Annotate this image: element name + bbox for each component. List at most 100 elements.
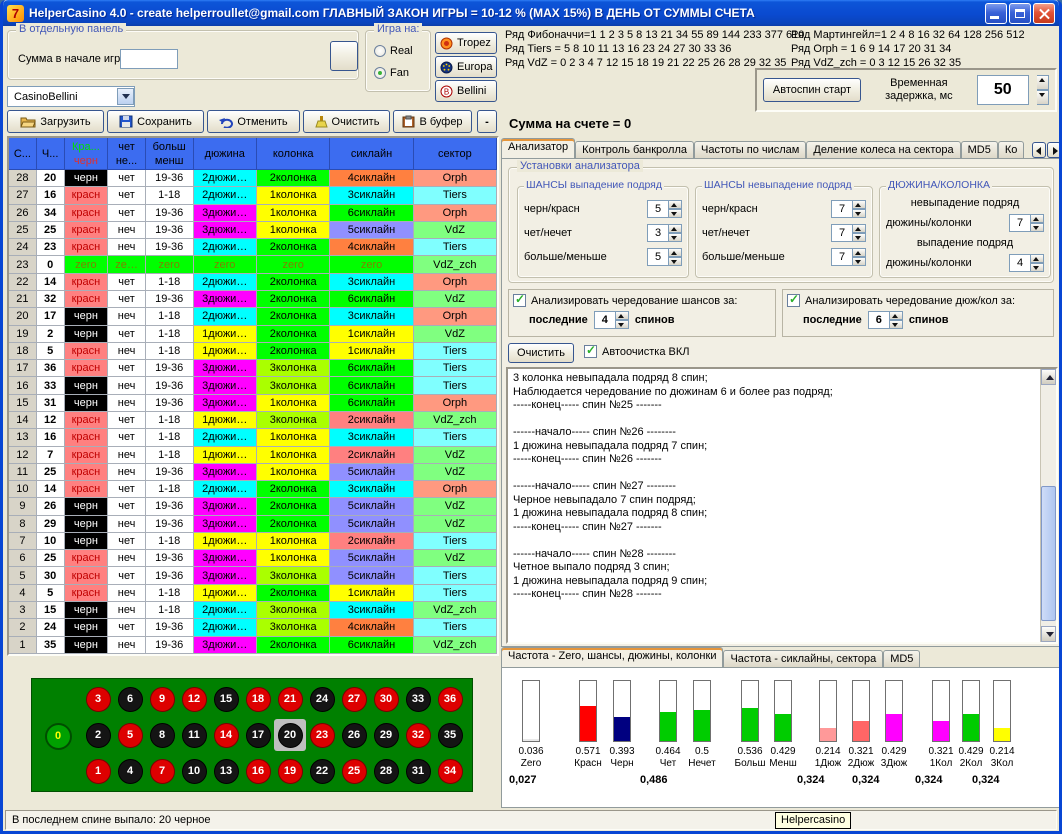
board-number-36[interactable]: 36 bbox=[434, 683, 466, 715]
dozen-hit-value[interactable]: 4 bbox=[1009, 254, 1031, 272]
board-number-13[interactable]: 13 bbox=[210, 755, 242, 787]
board-number-9[interactable]: 9 bbox=[146, 683, 178, 715]
board-number-2[interactable]: 2 bbox=[82, 719, 114, 751]
action-button-5[interactable]: В буфер bbox=[393, 110, 472, 133]
casino-button-europa[interactable]: Europa bbox=[435, 56, 497, 78]
hit-2-value[interactable]: 3 bbox=[647, 224, 669, 242]
collapse-button[interactable]: - bbox=[477, 110, 497, 133]
scrollbar-track[interactable] bbox=[1041, 385, 1056, 626]
detach-panel-button[interactable] bbox=[330, 41, 358, 71]
miss-3-spin-up-icon[interactable] bbox=[853, 248, 866, 257]
board-number-31[interactable]: 31 bbox=[402, 755, 434, 787]
board-number-0[interactable]: 0 bbox=[40, 720, 76, 752]
dozen-miss-spin-down-icon[interactable] bbox=[1031, 223, 1044, 232]
board-number-14[interactable]: 14 bbox=[210, 719, 242, 751]
board-number-1[interactable]: 1 bbox=[82, 755, 114, 787]
tab-частота-сиклайны-сектора[interactable]: Частота - сиклайны, сектора bbox=[723, 650, 883, 667]
start-sum-input[interactable] bbox=[120, 49, 178, 69]
board-number-8[interactable]: 8 bbox=[146, 719, 178, 751]
clear-log-button[interactable]: Очистить bbox=[508, 343, 574, 363]
spin-history-table[interactable]: С...Ч...Кра...чернчетне...большменшдюжин… bbox=[7, 136, 499, 656]
board-number-32[interactable]: 32 bbox=[402, 719, 434, 751]
hit-3-spin-up-icon[interactable] bbox=[669, 248, 682, 257]
radio-real-icon[interactable] bbox=[374, 45, 386, 57]
delay-input[interactable] bbox=[977, 75, 1029, 105]
miss-1-spin-down-icon[interactable] bbox=[853, 209, 866, 218]
scrollbar-thumb[interactable] bbox=[1041, 486, 1056, 621]
board-number-10[interactable]: 10 bbox=[178, 755, 210, 787]
dozens-window-value[interactable]: 6 bbox=[868, 311, 890, 329]
dozen-hit-spin-up-icon[interactable] bbox=[1031, 254, 1044, 263]
maximize-button[interactable] bbox=[1009, 3, 1031, 24]
analyze-dozens-checkbox[interactable] bbox=[787, 294, 800, 307]
autospin-start-button[interactable]: Автоспин старт bbox=[763, 78, 861, 102]
board-number-3[interactable]: 3 bbox=[82, 683, 114, 715]
action-button-3[interactable]: Отменить bbox=[207, 110, 300, 133]
tab-scroll-left-icon[interactable] bbox=[1032, 142, 1046, 158]
casino-button-tropez[interactable]: Tropez bbox=[435, 32, 497, 54]
board-number-5[interactable]: 5 bbox=[114, 719, 146, 751]
board-number-4[interactable]: 4 bbox=[114, 755, 146, 787]
action-button-1[interactable]: Загрузить bbox=[7, 110, 104, 133]
board-number-19[interactable]: 19 bbox=[274, 755, 306, 787]
board-number-25[interactable]: 25 bbox=[338, 755, 370, 787]
dozens-window-spin-up-icon[interactable] bbox=[890, 311, 903, 320]
close-button[interactable] bbox=[1033, 3, 1055, 24]
board-number-17[interactable]: 17 bbox=[242, 719, 274, 751]
board-number-15[interactable]: 15 bbox=[210, 683, 242, 715]
tab-частоты-по-числам[interactable]: Частоты по числам bbox=[694, 141, 806, 158]
delay-spin-down-icon[interactable] bbox=[1037, 90, 1049, 105]
radio-real[interactable]: Real bbox=[374, 45, 413, 57]
board-number-21[interactable]: 21 bbox=[274, 683, 306, 715]
dozen-miss-value[interactable]: 7 bbox=[1009, 214, 1031, 232]
board-number-6[interactable]: 6 bbox=[114, 683, 146, 715]
hit-1-value[interactable]: 5 bbox=[647, 200, 669, 218]
scroll-up-icon[interactable] bbox=[1041, 369, 1056, 385]
board-number-22[interactable]: 22 bbox=[306, 755, 338, 787]
miss-3-value[interactable]: 7 bbox=[831, 248, 853, 266]
board-number-7[interactable]: 7 bbox=[146, 755, 178, 787]
radio-fan-icon[interactable] bbox=[374, 67, 386, 79]
board-number-33[interactable]: 33 bbox=[402, 683, 434, 715]
hit-2-spin-up-icon[interactable] bbox=[669, 224, 682, 233]
delay-spin-up-icon[interactable] bbox=[1037, 75, 1049, 90]
board-number-12[interactable]: 12 bbox=[178, 683, 210, 715]
dozen-miss-spin-up-icon[interactable] bbox=[1031, 214, 1044, 223]
hit-1-spin-down-icon[interactable] bbox=[669, 209, 682, 218]
chances-window-spin-down-icon[interactable] bbox=[616, 320, 629, 329]
board-number-28[interactable]: 28 bbox=[370, 755, 402, 787]
miss-1-value[interactable]: 7 bbox=[831, 200, 853, 218]
log-scrollbar[interactable] bbox=[1040, 369, 1056, 642]
tab-scroll-right-icon[interactable] bbox=[1047, 142, 1061, 158]
tab-анализатор[interactable]: Анализатор bbox=[501, 138, 575, 158]
board-number-35[interactable]: 35 bbox=[434, 719, 466, 751]
board-number-24[interactable]: 24 bbox=[306, 683, 338, 715]
radio-fan[interactable]: Fan bbox=[374, 67, 409, 79]
tab-md5[interactable]: MD5 bbox=[883, 650, 920, 667]
casino-button-bellini[interactable]: BBellini bbox=[435, 80, 497, 102]
chances-window-value[interactable]: 4 bbox=[594, 311, 616, 329]
hit-3-value[interactable]: 5 bbox=[647, 248, 669, 266]
board-number-26[interactable]: 26 bbox=[338, 719, 370, 751]
board-number-30[interactable]: 30 bbox=[370, 683, 402, 715]
tab-ко[interactable]: Ко bbox=[998, 141, 1025, 158]
combobox-dropdown-button[interactable] bbox=[117, 88, 134, 105]
board-number-34[interactable]: 34 bbox=[434, 755, 466, 787]
action-button-2[interactable]: Сохранить bbox=[107, 110, 204, 133]
title-bar[interactable]: 7 HelperCasino 4.0 - create helperroulle… bbox=[3, 0, 1059, 26]
action-button-4[interactable]: Очистить bbox=[303, 110, 390, 133]
scroll-down-icon[interactable] bbox=[1041, 626, 1056, 642]
hit-1-spin-up-icon[interactable] bbox=[669, 200, 682, 209]
board-number-29[interactable]: 29 bbox=[370, 719, 402, 751]
analyze-chances-checkbox[interactable] bbox=[513, 294, 526, 307]
chances-window-spin-up-icon[interactable] bbox=[616, 311, 629, 320]
hit-3-spin-down-icon[interactable] bbox=[669, 257, 682, 266]
analyzer-log[interactable]: 3 колонка невыпадала подряд 8 спин; Набл… bbox=[506, 367, 1058, 644]
hit-2-spin-down-icon[interactable] bbox=[669, 233, 682, 242]
board-number-16[interactable]: 16 bbox=[242, 755, 274, 787]
dozen-hit-spin-down-icon[interactable] bbox=[1031, 263, 1044, 272]
casino-combobox[interactable]: CasinoBellini bbox=[7, 86, 135, 107]
tab-контроль-банкролла[interactable]: Контроль банкролла bbox=[575, 141, 694, 158]
minimize-button[interactable] bbox=[985, 3, 1007, 24]
board-number-23[interactable]: 23 bbox=[306, 719, 338, 751]
